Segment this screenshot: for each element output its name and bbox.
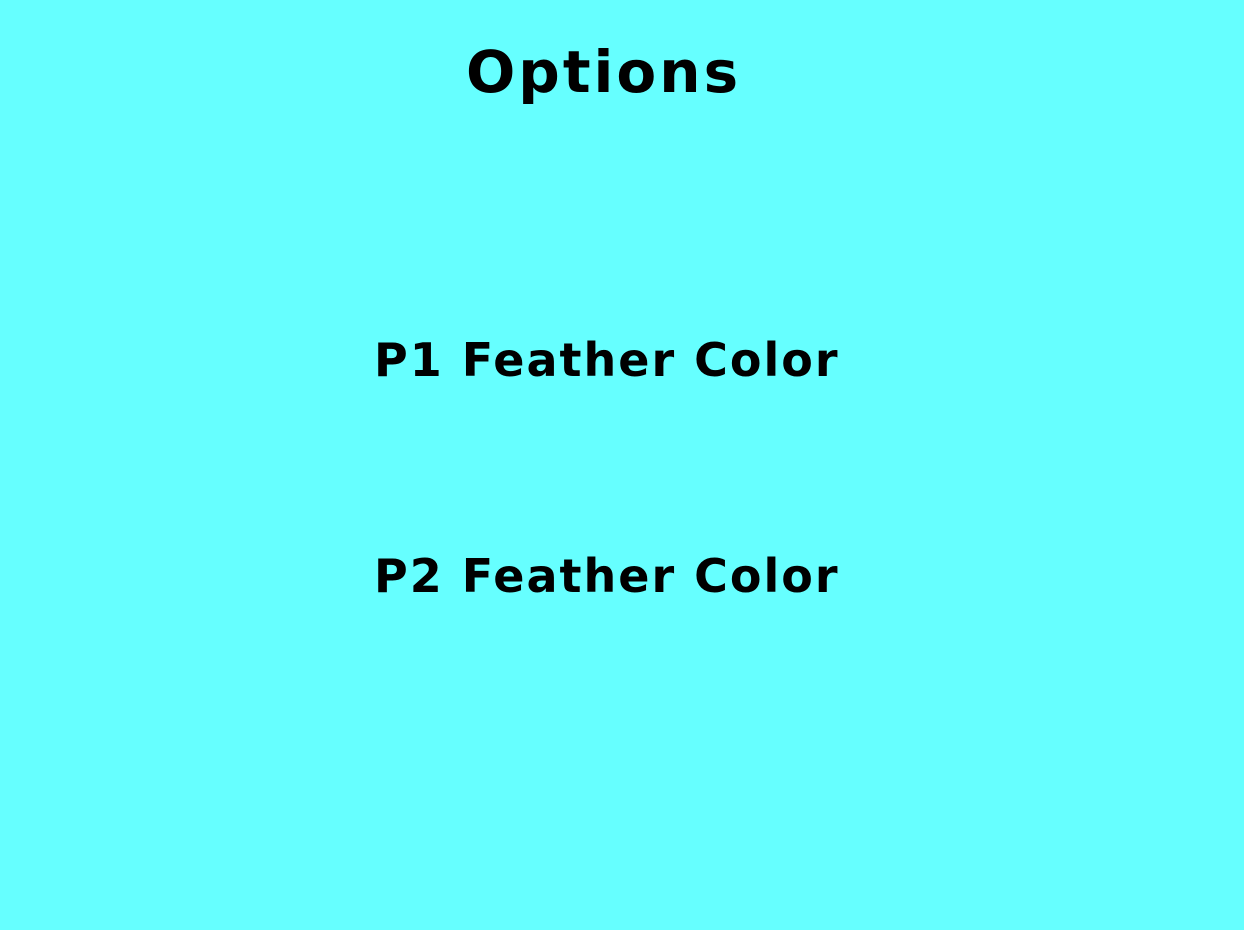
p2-feather-color-option[interactable]: P2 Feather Color <box>374 550 838 602</box>
p1-feather-color-option[interactable]: P1 Feather Color <box>374 334 838 386</box>
options-title: Options <box>466 38 742 106</box>
